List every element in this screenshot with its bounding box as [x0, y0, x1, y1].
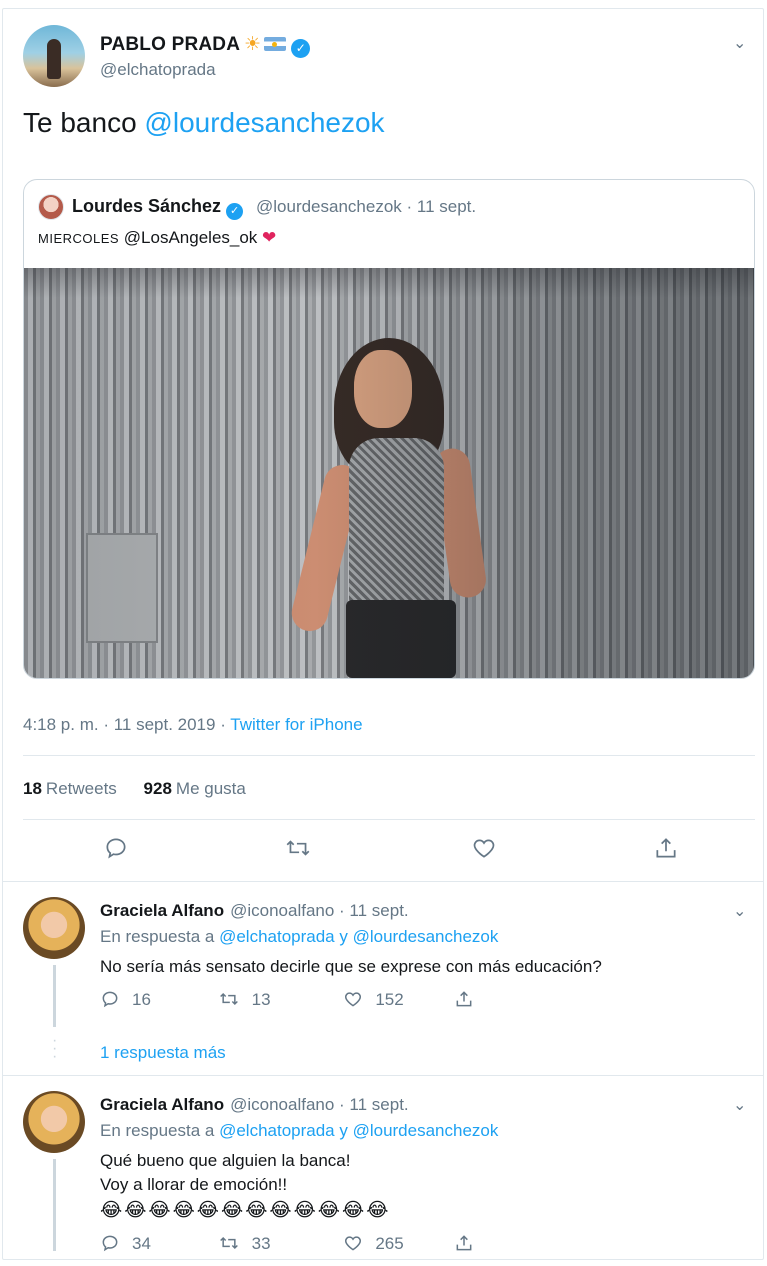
reply-icon [100, 1233, 120, 1254]
reply-action-bar: 34 33 265 [100, 1233, 474, 1255]
reply-context: En respuesta a @elchatoprada y @lourdesa… [100, 1121, 498, 1141]
likes-label: Me gusta [175, 779, 246, 798]
thread-line [53, 1159, 56, 1251]
quoted-author-name[interactable]: Lourdes Sánchez [72, 196, 221, 216]
likes-count: 928 [143, 779, 172, 798]
reply-count-action[interactable]: 16 [100, 990, 151, 1009]
retweets-label: Retweets [45, 779, 117, 798]
like-count: 265 [375, 1234, 404, 1253]
reply-context-prefix: En respuesta a [100, 927, 220, 946]
reply-context: En respuesta a @elchatoprada y @lourdesa… [100, 927, 498, 947]
likes-stat[interactable]: 928 Me gusta [144, 779, 246, 798]
quoted-tweet[interactable]: Lourdes Sánchez ✓ @lourdesanchezok · 11 s… [23, 179, 755, 679]
chevron-down-icon[interactable]: ⌄ [733, 901, 746, 921]
reply-icon [100, 989, 120, 1010]
tweet-timestamp: 4:18 p. m. · 11 sept. 2019 · Twitter for… [23, 715, 363, 735]
sun-icon: ☀ [244, 34, 262, 55]
section-separator [3, 881, 763, 882]
reply-text: No sería más sensato decirle que se expr… [100, 957, 602, 976]
like-count-action[interactable]: 152 [343, 989, 404, 1010]
reply-text-line-2: Voy a llorar de emoción!! [100, 1175, 288, 1194]
quoted-mention-link[interactable]: @LosAngeles_ok [119, 228, 262, 247]
red-heart-icon: ❤ [262, 228, 277, 247]
verified-badge-icon: ✓ [226, 203, 244, 220]
retweet-icon[interactable] [283, 835, 313, 865]
reply-author-avatar[interactable] [23, 1091, 85, 1153]
argentina-flag-icon [264, 37, 287, 51]
quoted-text-word: MIERCOLES [38, 231, 120, 246]
like-icon [343, 989, 363, 1010]
quoted-author-avatar[interactable] [38, 194, 64, 220]
tweet-text-prefix: Te banco [23, 107, 145, 138]
reply-icon[interactable] [101, 835, 131, 865]
quoted-author-name-row[interactable]: Lourdes Sánchez ✓ [72, 196, 244, 220]
laughing-emoji-row: 😂😂😂😂😂😂😂😂😂😂😂😂 [100, 1200, 391, 1221]
author-name-row[interactable]: PABLO PRADA ☀ ✓ [100, 33, 311, 58]
reply-context-mentions[interactable]: @elchatoprada y @lourdesanchezok [219, 927, 498, 946]
reply-action-bar: 16 13 152 [100, 989, 474, 1011]
chevron-down-icon[interactable]: ⌄ [733, 1095, 746, 1115]
reply-count-action[interactable]: 34 [100, 1234, 151, 1253]
share-icon[interactable] [651, 835, 681, 865]
source-link[interactable]: Twitter for iPhone [230, 715, 362, 734]
reply-author-avatar[interactable] [23, 897, 85, 959]
share-icon[interactable] [454, 1234, 474, 1253]
retweet-count: 13 [251, 990, 271, 1009]
retweets-stat[interactable]: 18 Retweets [23, 779, 117, 798]
reply-author-handle[interactable]: @iconoalfano · 11 sept. [230, 1095, 409, 1114]
author-handle[interactable]: @elchatoprada [100, 60, 216, 80]
reply-author-row[interactable]: Graciela Alfano @iconoalfano · 11 sept. [100, 1095, 409, 1115]
verified-badge-icon: ✓ [291, 39, 311, 58]
retweet-count-action[interactable]: 33 [218, 1234, 271, 1253]
reply-context-mentions[interactable]: @elchatoprada y @lourdesanchezok [219, 1121, 498, 1140]
retweets-count: 18 [23, 779, 42, 798]
author-avatar[interactable] [23, 25, 85, 87]
retweet-count: 33 [251, 1234, 271, 1253]
tweet-mention-link[interactable]: @lourdesanchezok [144, 107, 384, 138]
reply-count: 34 [132, 1234, 151, 1253]
reply-text-line-1: Qué bueno que alguien la banca! [100, 1151, 351, 1170]
like-icon [343, 1233, 363, 1254]
reply-author-name[interactable]: Graciela Alfano [100, 901, 224, 920]
quoted-meta[interactable]: @lourdesanchezok · 11 sept. [256, 197, 476, 217]
share-icon[interactable] [454, 990, 474, 1009]
tweet-frame: PABLO PRADA ☀ ✓ @elchatoprada ⌄ Te banco @… [2, 8, 764, 1260]
reply-context-prefix: En respuesta a [100, 1121, 220, 1140]
thread-dots: · · · [52, 1032, 58, 1065]
reply-author-name[interactable]: Graciela Alfano [100, 1095, 224, 1114]
like-count: 152 [375, 990, 404, 1009]
author-name[interactable]: PABLO PRADA [100, 34, 240, 55]
divider [23, 755, 755, 756]
like-count-action[interactable]: 265 [343, 1233, 404, 1254]
retweet-count-action[interactable]: 13 [218, 990, 271, 1009]
quoted-text: MIERCOLES @LosAngeles_ok ❤ [38, 228, 276, 248]
timestamp-text[interactable]: 4:18 p. m. · 11 sept. 2019 · [23, 715, 230, 734]
retweet-icon [218, 1233, 240, 1254]
section-separator [3, 1075, 763, 1076]
thread-line [53, 965, 56, 1027]
tweet-text: Te banco @lourdesanchezok [23, 107, 385, 139]
like-icon[interactable] [469, 835, 499, 865]
retweet-icon [218, 989, 240, 1010]
more-replies-link[interactable]: 1 respuesta más [100, 1043, 226, 1063]
divider [23, 819, 755, 820]
reply-author-row[interactable]: Graciela Alfano @iconoalfano · 11 sept. [100, 901, 409, 921]
quoted-photo[interactable] [24, 268, 754, 678]
chevron-down-icon[interactable]: ⌄ [733, 33, 746, 53]
reply-count: 16 [132, 990, 151, 1009]
tweet-stats: 18 Retweets 928 Me gusta [23, 779, 246, 799]
reply-author-handle[interactable]: @iconoalfano · 11 sept. [230, 901, 409, 920]
